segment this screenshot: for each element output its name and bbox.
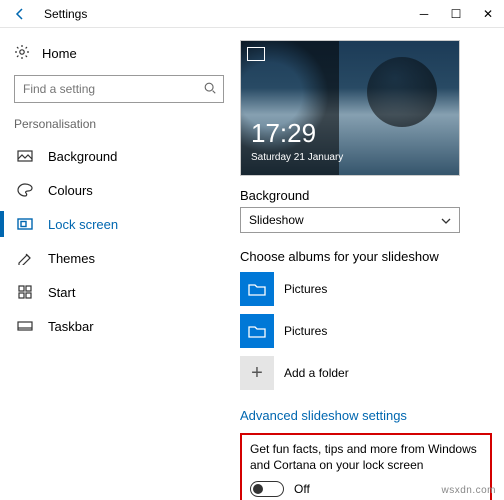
- sidebar-item-colours[interactable]: Colours: [14, 173, 224, 207]
- search-icon: [203, 81, 217, 98]
- sidebar-item-start[interactable]: Start: [14, 275, 224, 309]
- albums-label: Choose albums for your slideshow: [240, 249, 492, 264]
- themes-icon: [16, 251, 34, 265]
- section-label: Personalisation: [14, 117, 224, 131]
- start-icon: [16, 285, 34, 299]
- back-button[interactable]: [0, 0, 40, 28]
- add-folder-button[interactable]: + Add a folder: [240, 356, 492, 390]
- sidebar-item-label: Start: [48, 285, 75, 300]
- plus-icon: +: [240, 356, 274, 390]
- sidebar: Home Personalisation Background Colours …: [0, 28, 232, 500]
- preview-time: 17:29: [251, 118, 316, 149]
- main-panel: 17:29 Saturday 21 January Background Sli…: [232, 28, 504, 500]
- search-field[interactable]: [21, 81, 203, 97]
- album-item[interactable]: Pictures: [240, 272, 492, 306]
- lock-screen-icon: [16, 218, 34, 230]
- sidebar-item-background[interactable]: Background: [14, 139, 224, 173]
- sidebar-item-label: Lock screen: [48, 217, 118, 232]
- home-button[interactable]: Home: [14, 38, 224, 75]
- picture-icon: [16, 150, 34, 162]
- toggle-state: Off: [294, 482, 310, 496]
- titlebar: Settings ─ ☐ ✕: [0, 0, 504, 28]
- home-label: Home: [42, 46, 77, 61]
- fun-facts-label: Get fun facts, tips and more from Window…: [250, 441, 482, 473]
- minimize-button[interactable]: ─: [408, 0, 440, 28]
- close-button[interactable]: ✕: [472, 0, 504, 28]
- sidebar-item-label: Taskbar: [48, 319, 94, 334]
- lock-screen-preview: 17:29 Saturday 21 January: [240, 40, 460, 176]
- background-label: Background: [240, 188, 492, 203]
- album-item[interactable]: Pictures: [240, 314, 492, 348]
- sidebar-item-label: Background: [48, 149, 117, 164]
- add-folder-label: Add a folder: [284, 366, 349, 380]
- taskbar-icon: [16, 321, 34, 331]
- gear-icon: [14, 44, 30, 63]
- sidebar-item-lock-screen[interactable]: Lock screen: [14, 207, 224, 241]
- sidebar-item-taskbar[interactable]: Taskbar: [14, 309, 224, 343]
- preview-date: Saturday 21 January: [251, 152, 343, 163]
- sidebar-item-label: Themes: [48, 251, 95, 266]
- palette-icon: [16, 183, 34, 197]
- folder-icon: [240, 314, 274, 348]
- maximize-button[interactable]: ☐: [440, 0, 472, 28]
- camera-icon: [247, 47, 265, 61]
- sidebar-item-label: Colours: [48, 183, 93, 198]
- chevron-down-icon: [441, 213, 451, 227]
- advanced-slideshow-link[interactable]: Advanced slideshow settings: [240, 408, 492, 423]
- fun-facts-toggle[interactable]: [250, 481, 284, 497]
- album-label: Pictures: [284, 282, 327, 296]
- window-title: Settings: [40, 7, 408, 21]
- folder-icon: [240, 272, 274, 306]
- sidebar-item-themes[interactable]: Themes: [14, 241, 224, 275]
- window-controls: ─ ☐ ✕: [408, 0, 504, 28]
- watermark: wsxdn.com: [441, 485, 496, 496]
- search-input[interactable]: [14, 75, 224, 103]
- album-label: Pictures: [284, 324, 327, 338]
- background-dropdown[interactable]: Slideshow: [240, 207, 460, 233]
- dropdown-value: Slideshow: [249, 213, 304, 227]
